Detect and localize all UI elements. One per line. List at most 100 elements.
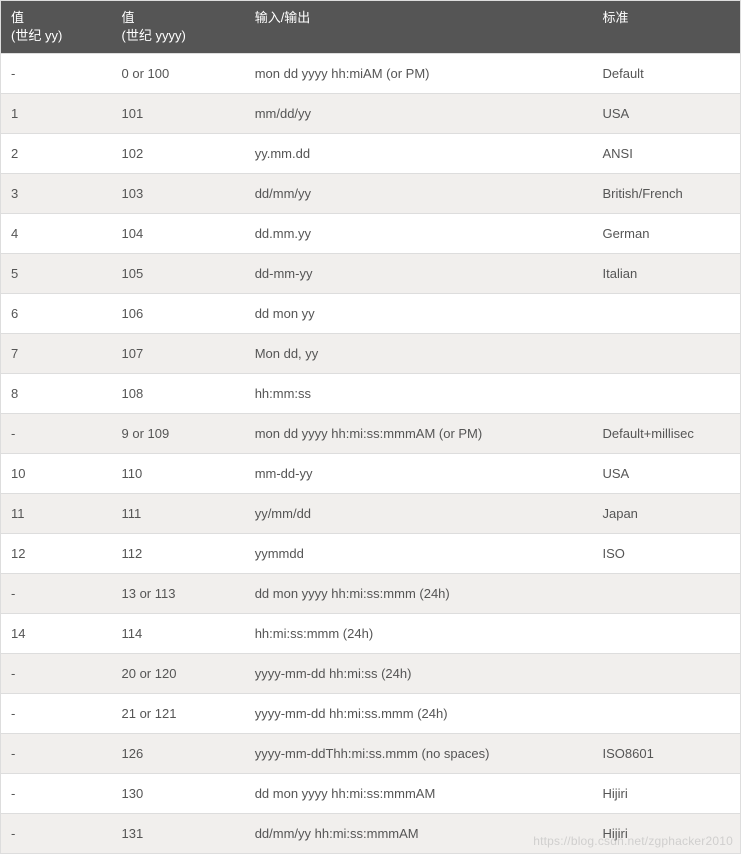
- table-row: 3103dd/mm/yyBritish/French: [1, 174, 741, 214]
- table-cell: mon dd yyyy hh:miAM (or PM): [245, 54, 593, 94]
- header-value-yy-line2: (世纪 yy): [11, 28, 62, 43]
- table-cell: 0 or 100: [112, 54, 245, 94]
- table-cell: 107: [112, 334, 245, 374]
- table-cell: [592, 614, 740, 654]
- table-cell: dd/mm/yy hh:mi:ss:mmmAM: [245, 814, 593, 854]
- table-cell: yyyy-mm-dd hh:mi:ss (24h): [245, 654, 593, 694]
- table-cell: -: [1, 414, 112, 454]
- table-cell: 21 or 121: [112, 694, 245, 734]
- table-cell: -: [1, 734, 112, 774]
- table-row: 5105dd-mm-yyItalian: [1, 254, 741, 294]
- table-cell: 104: [112, 214, 245, 254]
- table-cell: dd/mm/yy: [245, 174, 593, 214]
- table-row: -13 or 113dd mon yyyy hh:mi:ss:mmm (24h): [1, 574, 741, 614]
- table-cell: 20 or 120: [112, 654, 245, 694]
- table-cell: yyyy-mm-ddThh:mi:ss.mmm (no spaces): [245, 734, 593, 774]
- table-row: 10110mm-dd-yyUSA: [1, 454, 741, 494]
- header-value-yy-line1: 值: [11, 10, 24, 25]
- table-row: 14114hh:mi:ss:mmm (24h): [1, 614, 741, 654]
- table-cell: 111: [112, 494, 245, 534]
- table-row: -20 or 120yyyy-mm-dd hh:mi:ss (24h): [1, 654, 741, 694]
- table-row: 8108hh:mm:ss: [1, 374, 741, 414]
- table-cell: dd-mm-yy: [245, 254, 593, 294]
- table-cell: -: [1, 814, 112, 854]
- table-cell: 126: [112, 734, 245, 774]
- table-cell: 2: [1, 134, 112, 174]
- table-row: 4104dd.mm.yyGerman: [1, 214, 741, 254]
- table-body: -0 or 100mon dd yyyy hh:miAM (or PM)Defa…: [1, 54, 741, 854]
- date-format-table: 值 (世纪 yy) 值 (世纪 yyyy) 输入/输出 标准 -0 or 100…: [0, 0, 741, 854]
- table-cell: USA: [592, 454, 740, 494]
- table-cell: Hijiri: [592, 774, 740, 814]
- table-row: -126yyyy-mm-ddThh:mi:ss.mmm (no spaces)I…: [1, 734, 741, 774]
- table-row: 6106dd mon yy: [1, 294, 741, 334]
- table-cell: hh:mm:ss: [245, 374, 593, 414]
- table-cell: 13 or 113: [112, 574, 245, 614]
- table-cell: 1: [1, 94, 112, 134]
- table-cell: yy.mm.dd: [245, 134, 593, 174]
- table-header: 值 (世纪 yy) 值 (世纪 yyyy) 输入/输出 标准: [1, 1, 741, 54]
- table-cell: 130: [112, 774, 245, 814]
- table-cell: [592, 294, 740, 334]
- table-cell: British/French: [592, 174, 740, 214]
- header-standard: 标准: [592, 1, 740, 54]
- table-cell: 9 or 109: [112, 414, 245, 454]
- table-cell: ANSI: [592, 134, 740, 174]
- header-input-output: 输入/输出: [245, 1, 593, 54]
- table-cell: 112: [112, 534, 245, 574]
- table-cell: 106: [112, 294, 245, 334]
- header-value-yyyy-line1: 值: [122, 10, 135, 25]
- table-cell: dd mon yyyy hh:mi:ss:mmm (24h): [245, 574, 593, 614]
- table-row: 2102yy.mm.ddANSI: [1, 134, 741, 174]
- table-row: -21 or 121yyyy-mm-dd hh:mi:ss.mmm (24h): [1, 694, 741, 734]
- table-row: 12112yymmddISO: [1, 534, 741, 574]
- table-cell: -: [1, 574, 112, 614]
- table-cell: 102: [112, 134, 245, 174]
- table-cell: [592, 374, 740, 414]
- table-cell: 5: [1, 254, 112, 294]
- table-cell: ISO8601: [592, 734, 740, 774]
- table-cell: USA: [592, 94, 740, 134]
- table-cell: 8: [1, 374, 112, 414]
- table-cell: 10: [1, 454, 112, 494]
- table-row: 1101mm/dd/yyUSA: [1, 94, 741, 134]
- table-cell: 105: [112, 254, 245, 294]
- table-cell: 114: [112, 614, 245, 654]
- table-cell: 131: [112, 814, 245, 854]
- table-cell: -: [1, 694, 112, 734]
- table-cell: mon dd yyyy hh:mi:ss:mmmAM (or PM): [245, 414, 593, 454]
- header-value-yyyy: 值 (世纪 yyyy): [112, 1, 245, 54]
- table-cell: Default+millisec: [592, 414, 740, 454]
- table-cell: 103: [112, 174, 245, 214]
- table-cell: -: [1, 654, 112, 694]
- table-row: -9 or 109mon dd yyyy hh:mi:ss:mmmAM (or …: [1, 414, 741, 454]
- table-cell: 110: [112, 454, 245, 494]
- table-cell: 3: [1, 174, 112, 214]
- table-cell: [592, 654, 740, 694]
- table-cell: mm/dd/yy: [245, 94, 593, 134]
- table-cell: Japan: [592, 494, 740, 534]
- table-cell: [592, 694, 740, 734]
- table-row: -0 or 100mon dd yyyy hh:miAM (or PM)Defa…: [1, 54, 741, 94]
- table-cell: 14: [1, 614, 112, 654]
- table-cell: ISO: [592, 534, 740, 574]
- table-cell: hh:mi:ss:mmm (24h): [245, 614, 593, 654]
- table-cell: 108: [112, 374, 245, 414]
- table-cell: Hijiri: [592, 814, 740, 854]
- table-cell: mm-dd-yy: [245, 454, 593, 494]
- table-row: 7107Mon dd, yy: [1, 334, 741, 374]
- table-cell: yymmdd: [245, 534, 593, 574]
- table-cell: -: [1, 774, 112, 814]
- table-cell: Italian: [592, 254, 740, 294]
- table-cell: 4: [1, 214, 112, 254]
- table-cell: [592, 574, 740, 614]
- table-cell: -: [1, 54, 112, 94]
- header-value-yyyy-line2: (世纪 yyyy): [122, 28, 186, 43]
- table-cell: dd mon yy: [245, 294, 593, 334]
- table-cell: dd.mm.yy: [245, 214, 593, 254]
- table-cell: [592, 334, 740, 374]
- table-cell: 6: [1, 294, 112, 334]
- table-cell: 12: [1, 534, 112, 574]
- table-cell: 101: [112, 94, 245, 134]
- table-cell: yy/mm/dd: [245, 494, 593, 534]
